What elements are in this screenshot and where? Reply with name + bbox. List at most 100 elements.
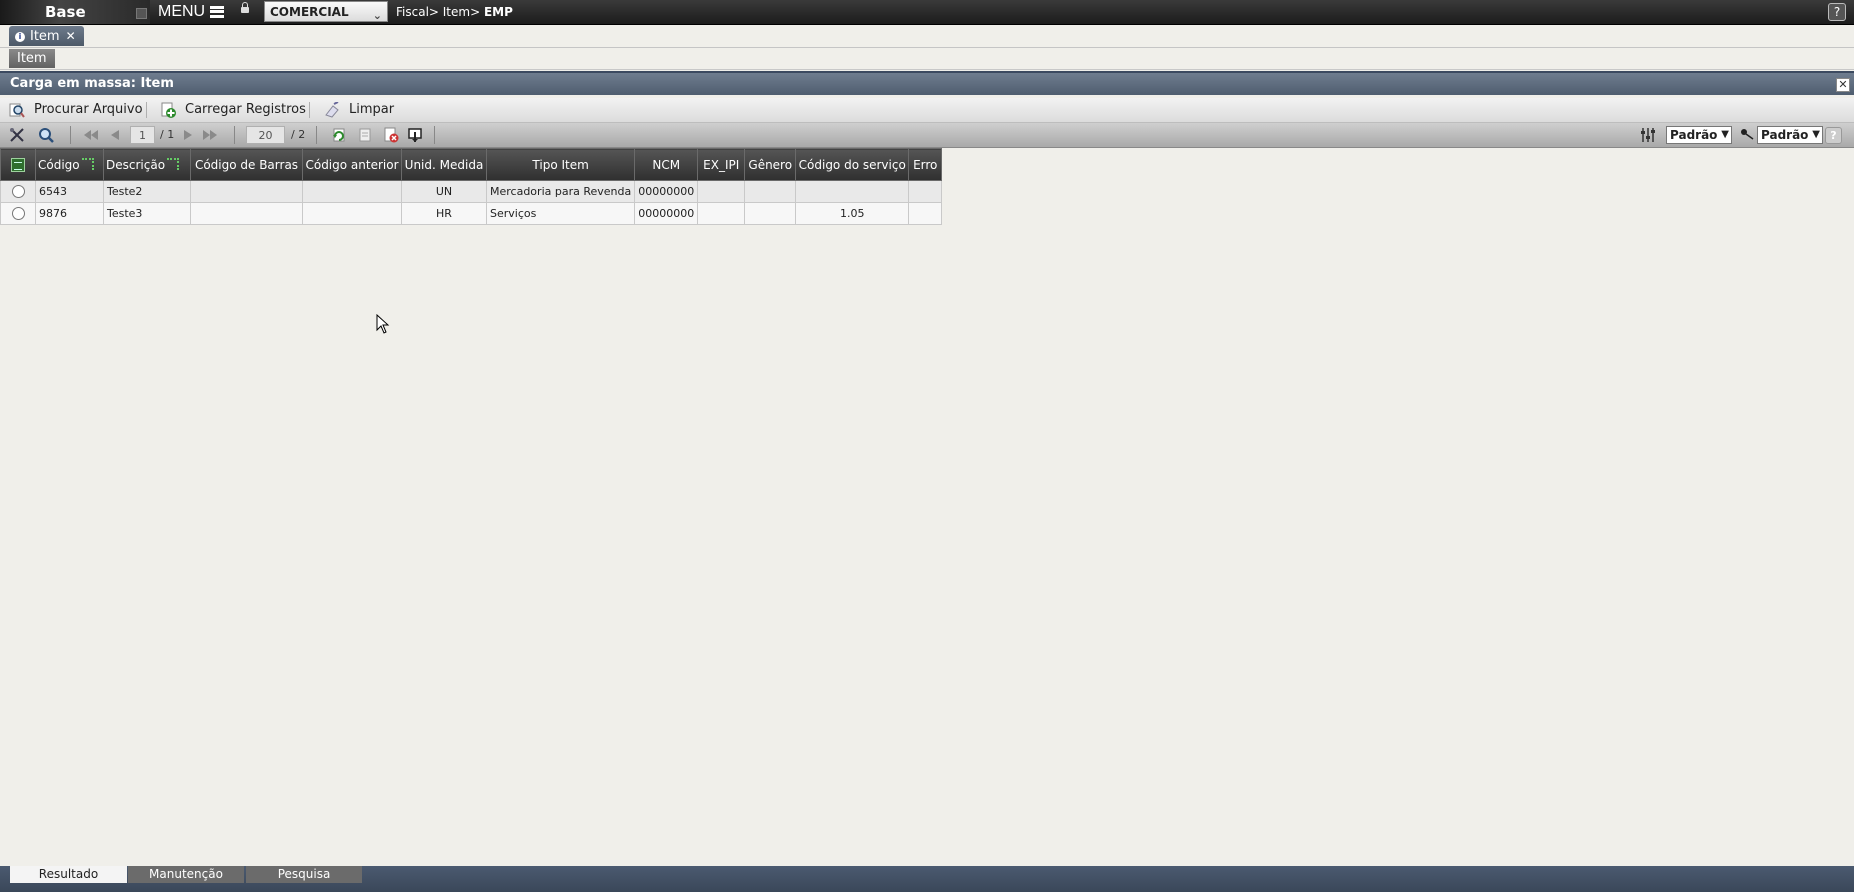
sub-tab-strip: Item: [0, 48, 1854, 70]
toolbar-divider: [146, 102, 147, 118]
toolbar-divider: [70, 126, 71, 144]
company-value: COMERCIAL: [270, 5, 349, 19]
cell-genero: [744, 202, 797, 225]
load-records-label: Carregar Registros: [185, 102, 306, 117]
row-radio[interactable]: [11, 207, 25, 221]
subtab-item[interactable]: Item: [9, 49, 55, 68]
cell-servico: 1.05: [795, 202, 910, 225]
cell-codigo: 6543: [35, 180, 104, 203]
top-bar: Base MENU COMERCIAL ⌄ Fiscal> Item> EMP …: [0, 0, 1854, 25]
tools-icon[interactable]: [9, 127, 25, 143]
cell-unid: HR: [401, 202, 487, 225]
next-page-icon[interactable]: [180, 127, 196, 143]
tab-resultado[interactable]: Resultado: [10, 866, 127, 883]
filter-select-value: Padrão: [1761, 128, 1809, 142]
cell-barras: [190, 202, 303, 225]
grid-help-icon[interactable]: ?: [1825, 127, 1842, 144]
cell-codigo: 9876: [35, 202, 104, 225]
col-codigo-barras[interactable]: Código de Barras: [190, 148, 303, 181]
row-select-cell: [0, 180, 36, 203]
bottom-tab-bar: Resultado Manutenção Pesquisa: [0, 866, 1854, 892]
clear-button[interactable]: Limpar: [324, 98, 394, 122]
col-codigo-anterior[interactable]: Código anterior: [302, 148, 402, 181]
action-toolbar: Procurar Arquivo Carregar Registros Limp…: [0, 98, 1854, 123]
tab-item[interactable]: i Item ✕: [9, 26, 84, 46]
cell-tipo: Mercadoria para Revenda: [485, 180, 636, 203]
cell-ncm: 00000000: [634, 180, 699, 203]
refresh-icon[interactable]: [331, 127, 347, 143]
first-page-icon[interactable]: [83, 127, 99, 143]
company-select[interactable]: COMERCIAL ⌄: [264, 1, 388, 22]
export-icon[interactable]: [407, 127, 423, 143]
col-ncm[interactable]: NCM: [634, 148, 699, 181]
toolbar-divider: [434, 126, 435, 144]
chevron-down-icon: ⌄: [372, 9, 382, 22]
tab-manutencao[interactable]: Manutenção: [128, 866, 244, 883]
grid-icon: [11, 157, 25, 172]
page-size-input[interactable]: 20: [246, 126, 285, 144]
column-settings-icon[interactable]: [1640, 127, 1656, 143]
grid-select-header[interactable]: [0, 148, 36, 181]
load-records-button[interactable]: Carregar Registros: [160, 98, 306, 122]
eraser-icon: [325, 102, 339, 118]
document-tab-strip: i Item ✕: [0, 25, 1854, 48]
row-radio[interactable]: [11, 185, 25, 199]
tab-item-label: Item: [30, 29, 60, 44]
menu-button[interactable]: MENU: [158, 0, 225, 24]
app-logo: Base: [0, 0, 150, 24]
table-row[interactable]: 6543 Teste2 UN Mercadoria para Revenda 0…: [0, 180, 943, 203]
browse-file-button[interactable]: Procurar Arquivo: [9, 98, 143, 122]
page-total: / 1: [160, 128, 175, 141]
col-ex-ipi[interactable]: EX_IPI: [697, 148, 746, 181]
col-genero[interactable]: Gênero: [744, 148, 797, 181]
cell-descricao: Teste3: [103, 202, 191, 225]
browse-file-label: Procurar Arquivo: [34, 102, 143, 117]
tab-pesquisa[interactable]: Pesquisa: [246, 866, 362, 883]
delete-record-icon[interactable]: [383, 127, 399, 143]
page-number-input[interactable]: 1: [130, 126, 155, 144]
grid-toolbar: 1 / 1 20 / 2 Padrão ▼ Padrão ▼ ?: [0, 123, 1854, 148]
search-icon[interactable]: [38, 127, 54, 143]
cell-tipo: Serviços: [485, 202, 636, 225]
help-icon[interactable]: ?: [1828, 3, 1846, 21]
col-codigo-label: Código: [38, 157, 80, 172]
cell-ncm: 00000000: [634, 202, 699, 225]
view-select[interactable]: Padrão ▼: [1666, 126, 1732, 144]
panel-title: Carga em massa: Item: [10, 76, 174, 91]
cell-descricao: Teste2: [103, 180, 191, 203]
last-page-icon[interactable]: [202, 127, 218, 143]
cell-erro: [908, 180, 943, 203]
panel-close-icon[interactable]: ✕: [1836, 78, 1850, 92]
col-codigo-servico[interactable]: Código do serviço: [795, 148, 910, 181]
cell-ex-ipi: [697, 202, 746, 225]
col-unid-medida[interactable]: Unid. Medida: [401, 148, 487, 181]
grid-header-row: Código Descrição Código de Barras Código…: [0, 148, 943, 181]
window-icon[interactable]: [136, 8, 147, 19]
sort-icon: [81, 157, 94, 170]
add-document-icon: [161, 102, 176, 118]
col-codigo[interactable]: Código: [35, 148, 104, 181]
view-select-value: Padrão: [1670, 128, 1718, 142]
records-total: / 2: [291, 128, 306, 141]
row-select-cell: [0, 202, 36, 225]
col-erro[interactable]: Erro: [908, 148, 943, 181]
prev-page-icon[interactable]: [107, 127, 123, 143]
cell-anterior: [302, 180, 402, 203]
lock-icon[interactable]: [241, 2, 249, 13]
col-tipo-item[interactable]: Tipo Item: [485, 148, 636, 181]
info-icon: i: [15, 31, 25, 42]
breadcrumb-current: EMP: [483, 5, 513, 19]
col-descricao-label: Descrição: [106, 157, 166, 172]
toolbar-divider: [316, 126, 317, 144]
close-icon[interactable]: ✕: [66, 29, 76, 43]
cell-servico: [795, 180, 910, 203]
cell-barras: [190, 180, 303, 203]
key-icon: [1741, 129, 1754, 140]
panel-header: Carga em massa: Item ✕: [0, 71, 1854, 95]
col-descricao[interactable]: Descrição: [103, 148, 191, 181]
cell-erro: [908, 202, 943, 225]
filter-select[interactable]: Padrão ▼: [1757, 126, 1823, 144]
cell-unid: UN: [401, 180, 487, 203]
table-row[interactable]: 9876 Teste3 HR Serviços 00000000 1.05: [0, 202, 943, 225]
document-icon[interactable]: [357, 127, 373, 143]
